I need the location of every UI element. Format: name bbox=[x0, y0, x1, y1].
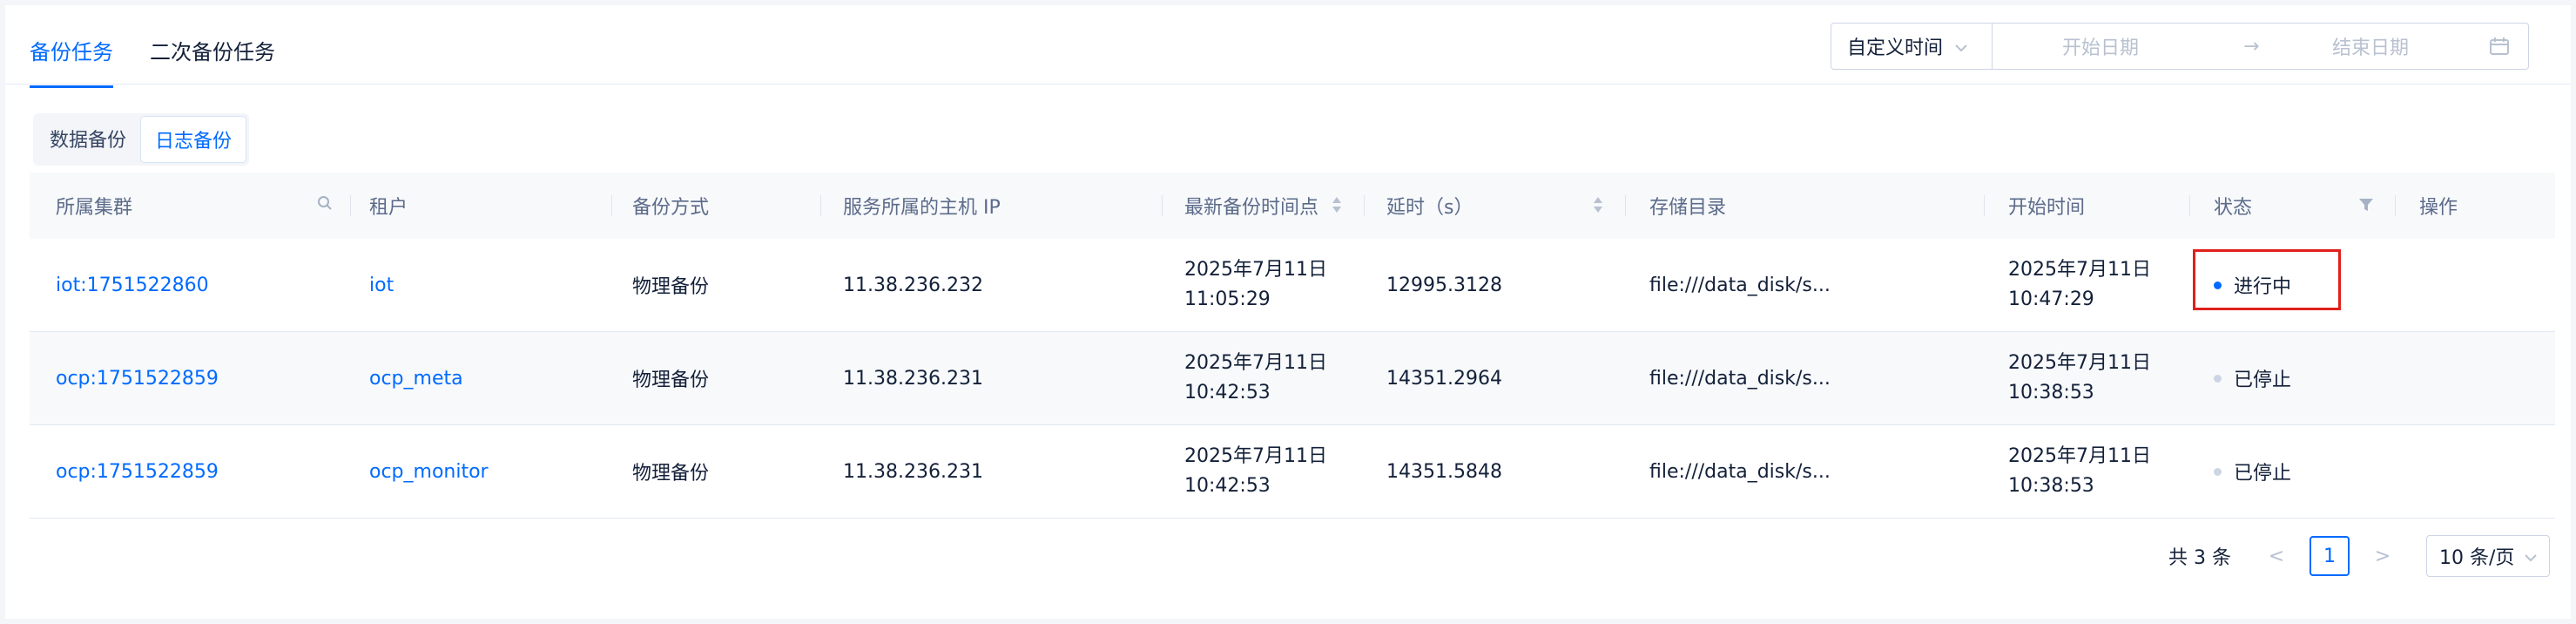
total-count: 共 3 条 bbox=[2168, 547, 2231, 569]
col-divider bbox=[350, 195, 351, 216]
latest-backup-time: 2025年7月11日 10:42:53 bbox=[1184, 425, 1327, 518]
col-status: 状态 bbox=[2214, 197, 2253, 219]
col-divider bbox=[611, 195, 612, 216]
start-date-input[interactable]: 开始日期 bbox=[2062, 32, 2139, 60]
start-clock: 10:47:29 bbox=[2008, 288, 2094, 310]
status-text: 已停止 bbox=[2234, 463, 2292, 485]
status-dot-icon bbox=[2214, 281, 2222, 289]
latest-backup-clock: 10:42:53 bbox=[1184, 475, 1271, 497]
cluster-link[interactable]: ocp:1751522859 bbox=[56, 332, 219, 424]
table-row: ocp:1751522859 ocp_meta 物理备份 11.38.236.2… bbox=[30, 332, 2555, 425]
host-ip: 11.38.236.232 bbox=[843, 274, 983, 296]
page-size-value: 10 条/页 bbox=[2438, 547, 2515, 569]
table-header: 所属集群 租户 备份方式 服务所属的主机 IP 最新备份时间点 延时（s） 存储… bbox=[30, 173, 2555, 240]
time-mode-value: 自定义时间 bbox=[1847, 37, 1944, 59]
latest-backup-date: 2025年7月11日 bbox=[1184, 352, 1327, 374]
filter-icon[interactable] bbox=[2358, 197, 2374, 216]
col-divider bbox=[1364, 195, 1365, 216]
backup-method: 物理备份 bbox=[632, 463, 710, 485]
backup-method: 物理备份 bbox=[632, 276, 710, 298]
top-tabs: 备份任务 二次备份任务 bbox=[30, 35, 275, 88]
col-storage-dir: 存储目录 bbox=[1649, 197, 1727, 219]
segment-data-backup[interactable]: 数据备份 bbox=[36, 116, 140, 163]
col-divider bbox=[1625, 195, 1626, 216]
segment-log-backup[interactable]: 日志备份 bbox=[140, 116, 247, 163]
next-page-button[interactable]: > bbox=[2365, 546, 2400, 567]
tenant-link[interactable]: iot bbox=[369, 239, 394, 331]
chevron-down-icon bbox=[2525, 546, 2537, 567]
tabs-divider bbox=[5, 84, 2571, 85]
time-range-filter: 自定义时间 开始日期 → 结束日期 bbox=[1831, 23, 2529, 70]
time-mode-select[interactable]: 自定义时间 bbox=[1831, 23, 1993, 70]
col-latest-backup-time: 最新备份时间点 bbox=[1184, 197, 1319, 219]
cluster-link[interactable]: iot:1751522860 bbox=[56, 239, 209, 331]
col-delay: 延时（s） bbox=[1386, 197, 1473, 219]
page-1-button[interactable]: 1 bbox=[2309, 536, 2350, 576]
status-badge: 已停止 bbox=[2214, 332, 2291, 424]
backup-method: 物理备份 bbox=[632, 370, 710, 391]
calendar-icon bbox=[2490, 37, 2509, 60]
storage-dir: file:///data_disk/s... bbox=[1649, 460, 1831, 483]
storage-dir: file:///data_disk/s... bbox=[1649, 367, 1831, 390]
sort-icon[interactable] bbox=[1331, 195, 1343, 218]
start-time: 2025年7月11日 10:38:53 bbox=[2008, 425, 2151, 518]
host-ip: 11.38.236.231 bbox=[843, 367, 983, 390]
col-tenant: 租户 bbox=[369, 197, 408, 219]
tenant-link[interactable]: ocp_meta bbox=[369, 332, 463, 424]
start-time: 2025年7月11日 10:38:53 bbox=[2008, 332, 2151, 424]
start-date: 2025年7月11日 bbox=[2008, 259, 2151, 281]
pagination: 共 3 条 < 1 > 10 条/页 bbox=[2168, 535, 2550, 577]
status-badge: 已停止 bbox=[2214, 425, 2291, 518]
status-text: 已停止 bbox=[2234, 370, 2292, 391]
date-range-picker[interactable]: 开始日期 → 结束日期 bbox=[1993, 23, 2529, 70]
col-backup-method: 备份方式 bbox=[632, 197, 710, 219]
prev-page-button[interactable]: < bbox=[2259, 546, 2294, 567]
latest-backup-date: 2025年7月11日 bbox=[1184, 259, 1327, 281]
storage-dir: file:///data_disk/s... bbox=[1649, 274, 1831, 296]
col-host-ip: 服务所属的主机 IP bbox=[843, 197, 1001, 219]
start-clock: 10:38:53 bbox=[2008, 475, 2094, 497]
latest-backup-clock: 10:42:53 bbox=[1184, 382, 1271, 404]
latest-backup-date: 2025年7月11日 bbox=[1184, 445, 1327, 467]
sort-icon[interactable] bbox=[1592, 195, 1604, 218]
delay-value: 12995.3128 bbox=[1386, 274, 1502, 296]
tenant-link[interactable]: ocp_monitor bbox=[369, 425, 489, 518]
col-divider bbox=[2395, 195, 2396, 216]
delay-value: 14351.2964 bbox=[1386, 367, 1502, 390]
latest-backup-clock: 11:05:29 bbox=[1184, 288, 1271, 310]
col-start-time: 开始时间 bbox=[2008, 197, 2086, 219]
tab-secondary-backup-tasks[interactable]: 二次备份任务 bbox=[150, 35, 275, 88]
page-size-select[interactable]: 10 条/页 bbox=[2425, 535, 2550, 577]
chevron-down-icon bbox=[1955, 36, 1967, 58]
backup-panel: 备份任务 二次备份任务 自定义时间 开始日期 → 结束日期 数据备份 日志备份 … bbox=[5, 5, 2571, 619]
range-arrow-icon: → bbox=[2243, 35, 2260, 58]
col-actions: 操作 bbox=[2419, 197, 2458, 219]
status-dot-icon bbox=[2214, 467, 2222, 476]
backup-type-segmented: 数据备份 日志备份 bbox=[33, 113, 250, 166]
col-divider bbox=[1984, 195, 1985, 216]
start-date: 2025年7月11日 bbox=[2008, 445, 2151, 467]
search-icon[interactable] bbox=[317, 195, 333, 214]
col-divider bbox=[820, 195, 821, 216]
start-date: 2025年7月11日 bbox=[2008, 352, 2151, 374]
cluster-link[interactable]: ocp:1751522859 bbox=[56, 425, 219, 518]
status-dot-icon bbox=[2214, 374, 2222, 383]
table-row: iot:1751522860 iot 物理备份 11.38.236.232 20… bbox=[30, 239, 2555, 332]
col-divider bbox=[1162, 195, 1163, 216]
latest-backup-time: 2025年7月11日 11:05:29 bbox=[1184, 239, 1327, 331]
col-cluster: 所属集群 bbox=[56, 197, 133, 219]
end-date-input[interactable]: 结束日期 bbox=[2332, 32, 2409, 60]
col-divider bbox=[2189, 195, 2190, 216]
delay-value: 14351.5848 bbox=[1386, 460, 1502, 483]
start-clock: 10:38:53 bbox=[2008, 382, 2094, 404]
status-text: 进行中 bbox=[2234, 276, 2292, 298]
table-row: ocp:1751522859 ocp_monitor 物理备份 11.38.23… bbox=[30, 425, 2555, 519]
latest-backup-time: 2025年7月11日 10:42:53 bbox=[1184, 332, 1327, 424]
status-badge: 进行中 bbox=[2214, 239, 2291, 331]
tab-backup-tasks[interactable]: 备份任务 bbox=[30, 35, 113, 88]
host-ip: 11.38.236.231 bbox=[843, 460, 983, 483]
start-time: 2025年7月11日 10:47:29 bbox=[2008, 239, 2151, 331]
